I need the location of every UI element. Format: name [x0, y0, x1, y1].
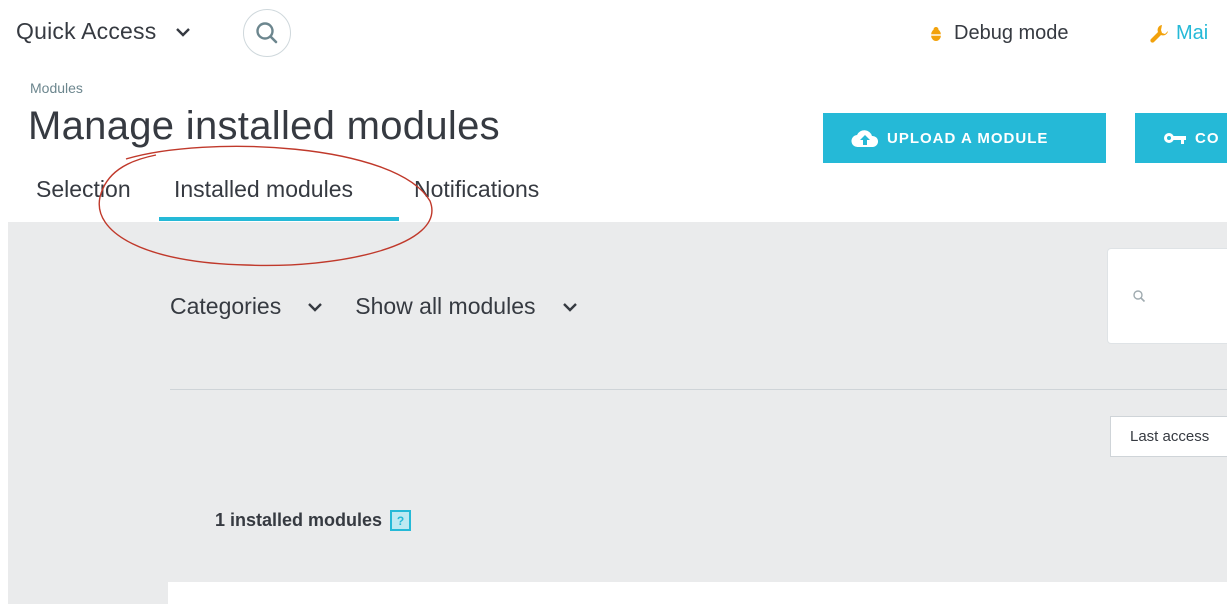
maintenance-label: Mai	[1176, 22, 1209, 44]
search-icon	[1133, 290, 1146, 303]
connect-button[interactable]: CO	[1135, 113, 1227, 163]
sort-select[interactable]: Last access	[1110, 416, 1227, 457]
bug-icon	[931, 26, 941, 41]
categories-filter-label[interactable]: Categories	[170, 293, 281, 320]
tab-selection[interactable]: Selection	[36, 176, 131, 203]
show-modules-filter-label[interactable]: Show all modules	[355, 293, 535, 320]
installed-count-label: 1 installed modules	[215, 510, 383, 530]
upload-module-button[interactable]: UPLOAD A MODULE	[823, 113, 1106, 163]
module-list-panel	[168, 582, 1227, 604]
installed-count: 1 installed modules ?	[215, 510, 412, 531]
upload-module-label: UPLOAD A MODULE	[887, 129, 1049, 147]
chevron-down-icon[interactable]	[307, 296, 329, 318]
help-icon[interactable]: ?	[390, 510, 412, 531]
quick-access-label: Quick Access	[16, 18, 157, 44]
modules-content-area	[8, 222, 1227, 604]
cloud-upload-icon	[851, 130, 879, 148]
debug-mode-label: Debug mode	[954, 22, 1069, 44]
chevron-down-icon[interactable]	[172, 21, 194, 43]
key-icon	[1164, 133, 1186, 144]
connect-label: CO	[1195, 129, 1220, 147]
chevron-down-icon[interactable]	[562, 296, 584, 318]
tab-installed-modules[interactable]: Installed modules	[174, 176, 353, 203]
module-filters: Categories Show all modules	[170, 293, 610, 320]
breadcrumb[interactable]: Modules	[30, 80, 83, 96]
module-tabs: Selection Installed modules Notification…	[0, 170, 1227, 222]
active-tab-indicator	[159, 217, 399, 221]
maintenance-link[interactable]: Mai	[1148, 22, 1208, 45]
wrench-icon	[1150, 24, 1168, 43]
tab-notifications[interactable]: Notifications	[414, 176, 539, 203]
page-title: Manage installed modules	[28, 104, 500, 148]
search-icon	[256, 22, 278, 44]
quick-access-search-button[interactable]	[243, 9, 291, 57]
module-search-input[interactable]	[1107, 248, 1227, 344]
debug-mode-link[interactable]: Debug mode	[928, 22, 1069, 45]
filter-divider	[170, 389, 1227, 390]
quick-access[interactable]: Quick Access	[16, 18, 194, 45]
